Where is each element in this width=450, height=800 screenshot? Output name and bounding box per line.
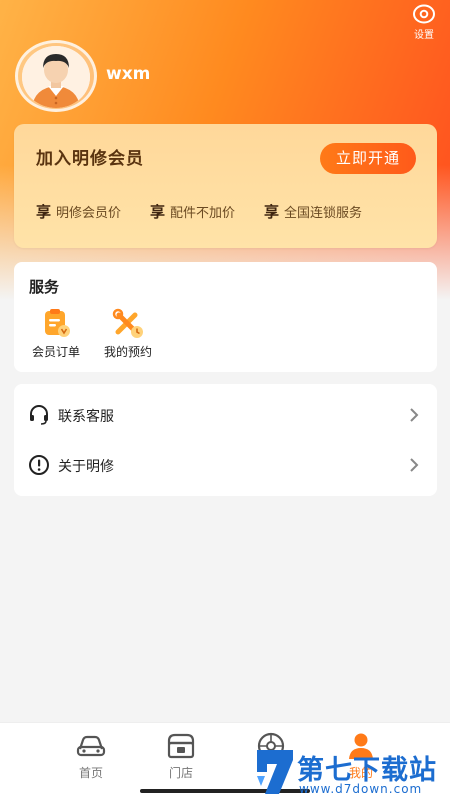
menu-card: 联系客服 关于明修 [14, 384, 437, 496]
perk-icon: 享 [150, 203, 166, 221]
avatar[interactable] [15, 40, 97, 112]
vip-card: 加入明修会员 立即开通 享明修会员价 享配件不加价 享全国连锁服务 [14, 124, 437, 248]
menu-label: 联系客服 [58, 409, 114, 425]
settings-label: 设置 [414, 30, 434, 41]
store-icon [164, 731, 198, 761]
appointment-icon [111, 306, 145, 340]
vip-perk: 享全国连锁服务 [264, 201, 362, 222]
services-card: 服务 会员订单 我的预约 [14, 262, 437, 372]
menu-label: 关于明修 [58, 459, 114, 475]
headset-icon [28, 404, 50, 426]
menu-about[interactable]: 关于明修 [14, 440, 437, 490]
watermark-logo-icon [253, 746, 297, 798]
service-member-orders[interactable]: 会员订单 [26, 306, 86, 360]
vip-perk: 享明修会员价 [36, 201, 121, 222]
perk-label: 明修会员价 [56, 206, 122, 221]
services-title: 服务 [29, 278, 60, 296]
settings-button[interactable]: 设置 [408, 4, 440, 41]
car-icon [74, 731, 108, 761]
service-label: 会员订单 [31, 345, 80, 359]
service-label: 我的预约 [103, 345, 152, 359]
vip-perk: 享配件不加价 [150, 201, 235, 222]
watermark: 第七下载站 www.d7down.com [253, 744, 449, 800]
tab-label: 门店 [168, 766, 193, 780]
chevron-right-icon [409, 457, 419, 473]
settings-icon [413, 4, 435, 24]
join-vip-button[interactable]: 立即开通 [320, 143, 416, 174]
perk-icon: 享 [264, 203, 280, 221]
tab-home[interactable]: 首页 [66, 731, 116, 781]
service-my-appointments[interactable]: 我的预约 [98, 306, 158, 360]
member-order-icon [39, 306, 73, 340]
menu-contact-support[interactable]: 联系客服 [14, 390, 437, 440]
avatar-image [22, 46, 90, 108]
perk-icon: 享 [36, 203, 52, 221]
perk-label: 全国连锁服务 [284, 206, 363, 221]
chevron-right-icon [409, 407, 419, 423]
perk-label: 配件不加价 [170, 206, 236, 221]
watermark-url: www.d7down.com [299, 782, 423, 796]
vip-title: 加入明修会员 [36, 149, 144, 169]
username: wxm [106, 64, 151, 84]
tab-store[interactable]: 门店 [156, 731, 206, 781]
info-icon [28, 454, 50, 476]
tab-label: 首页 [78, 766, 103, 780]
